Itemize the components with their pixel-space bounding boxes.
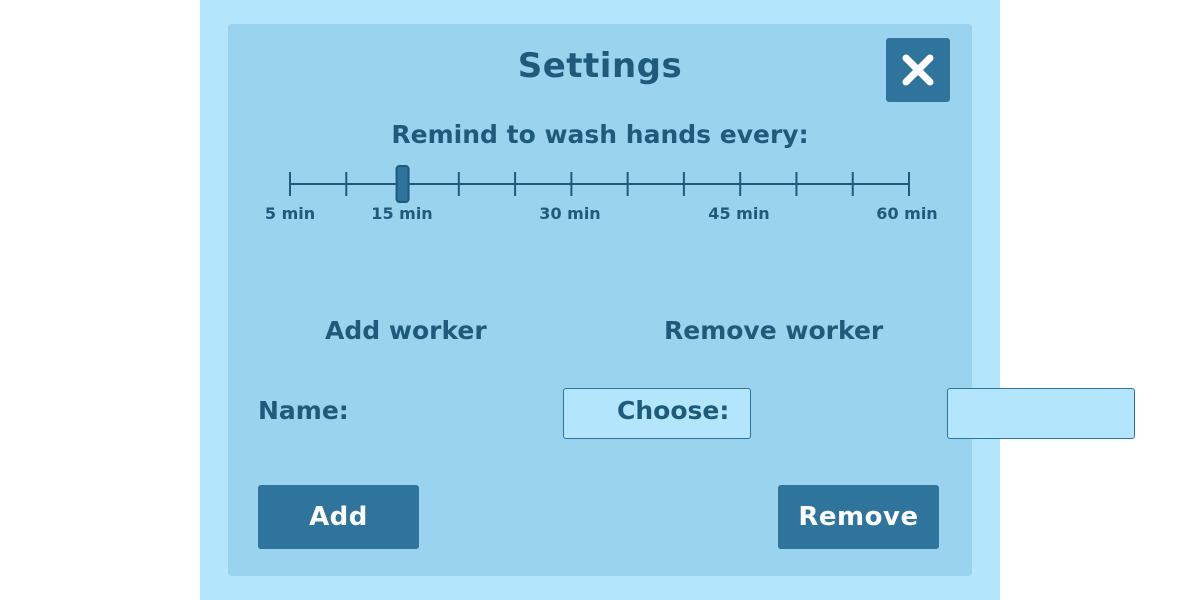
add-button[interactable]: Add — [258, 485, 419, 549]
reminder-interval-slider[interactable] — [228, 24, 972, 224]
name-field-label: Name: — [258, 396, 349, 425]
tick-label-5: 5 min — [264, 204, 316, 223]
tick-label-60: 60 min — [876, 204, 938, 223]
choose-field-label: Choose: — [617, 396, 730, 425]
tick-label-45: 45 min — [708, 204, 770, 223]
choose-worker-field[interactable] — [947, 388, 1135, 439]
slider-thumb[interactable] — [395, 165, 410, 203]
app-background: Settings Remind to wash hands every: 5 m… — [200, 0, 1135, 600]
remove-button[interactable]: Remove — [778, 485, 939, 549]
tick-label-15: 15 min — [371, 204, 433, 223]
remove-worker-heading: Remove worker — [664, 316, 884, 345]
add-worker-heading: Add worker — [325, 316, 487, 345]
tick-label-30: 30 min — [539, 204, 601, 223]
settings-panel: Settings Remind to wash hands every: 5 m… — [228, 24, 1135, 576]
